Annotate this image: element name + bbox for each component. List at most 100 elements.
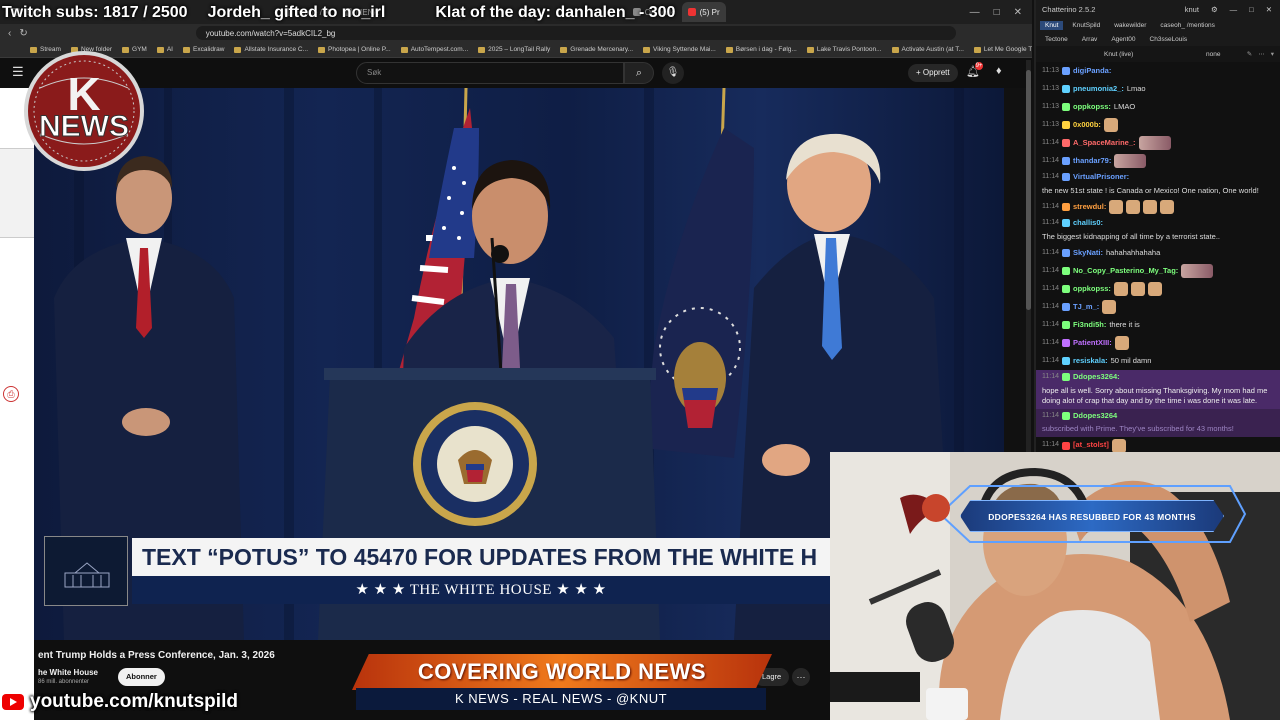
chat-username[interactable]: oppkopss:: [1073, 284, 1111, 295]
profile-icon[interactable]: ♦: [996, 65, 1002, 77]
dropdown-icon[interactable]: ▾: [1271, 50, 1274, 58]
chat-timestamp: 11:13: [1042, 84, 1059, 92]
chat-message: 11:14 [at_stolst]: [1036, 437, 1280, 452]
chat-close-icon[interactable]: ✕: [1266, 5, 1272, 14]
chat-username[interactable]: 0x000b:: [1073, 120, 1101, 131]
chat-username[interactable]: Ddopes3264:: [1073, 372, 1120, 383]
pencil-icon[interactable]: ✎: [1247, 50, 1252, 58]
bookmark-item[interactable]: 2025 – LongTail Rally: [478, 46, 550, 53]
folder-icon: [891, 46, 899, 53]
folder-icon: [560, 46, 568, 53]
chat-username[interactable]: pneumonia2_:: [1073, 84, 1124, 95]
bookmark-label: AutoTempest.com...: [410, 46, 469, 53]
bookmark-item[interactable]: AI: [156, 46, 173, 53]
chat-maximize-icon[interactable]: □: [1249, 5, 1254, 14]
chat-timestamp: 11:14: [1042, 173, 1059, 180]
chat-tab[interactable]: caseoh_ /mentions: [1155, 21, 1220, 30]
chat-timestamp: 11:13: [1042, 120, 1059, 128]
create-button[interactable]: + Opprett: [908, 64, 958, 82]
chat-settings-icon[interactable]: ⚙: [1211, 5, 1218, 14]
chat-badge-icon: [1062, 411, 1070, 420]
channel-name[interactable]: he White House: [38, 668, 98, 677]
gift-text: Jordeh_ gifted to no_irl: [207, 4, 386, 21]
bookmark-item[interactable]: Photopea | Online P...: [318, 46, 391, 53]
chat-username[interactable]: digiPanda:: [1073, 66, 1111, 77]
chat-username[interactable]: TJ_m_:: [1073, 302, 1099, 313]
bookmark-item[interactable]: Grenade Mercenary...: [560, 46, 633, 53]
chat-tab[interactable]: Arrav: [1077, 35, 1103, 44]
chat-username[interactable]: A_SpaceMarine_:: [1073, 138, 1136, 149]
bookmark-label: Børsen i dag - Følg...: [735, 46, 797, 53]
chat-mode[interactable]: none: [1206, 51, 1220, 58]
chat-username[interactable]: strewdul:: [1073, 202, 1106, 213]
chat-emote-icon: [1130, 282, 1145, 296]
chat-tab[interactable]: Knut: [1040, 20, 1064, 30]
chat-emote-icon: [1102, 300, 1117, 314]
bookmark-label: Viking Syttende Mai...: [653, 46, 716, 53]
youtube-logo-icon: [2, 694, 24, 710]
bookmark-item[interactable]: Viking Syttende Mai...: [643, 46, 716, 53]
bookmark-item[interactable]: Excalidraw: [183, 46, 224, 53]
pdf-icon[interactable]: ⎙: [3, 386, 19, 402]
chat-badge-icon: [1062, 85, 1070, 93]
chat-badge-icon: [1062, 357, 1070, 365]
chat-message: 11:14 resiskala: 50 mil damn: [1036, 352, 1280, 370]
chat-username[interactable]: Ddopes3264: [1073, 411, 1117, 422]
chat-account[interactable]: knut: [1185, 5, 1199, 14]
chat-text: there it is: [1109, 319, 1140, 329]
search-button[interactable]: ⌕: [624, 62, 654, 84]
chat-timestamp: 11:14: [1042, 248, 1059, 256]
chat-timestamp: 11:14: [1042, 219, 1059, 226]
folder-icon: [318, 46, 326, 53]
chat-tab[interactable]: Ch3sseLouis: [1145, 35, 1193, 44]
chat-timestamp: 11:14: [1042, 338, 1059, 346]
bookmark-item[interactable]: Allstate Insurance C...: [234, 46, 308, 53]
chat-username[interactable]: VirtualPrisoner:: [1073, 172, 1129, 183]
split-icon[interactable]: ⋯: [1258, 50, 1265, 58]
chat-username[interactable]: resiskala:: [1073, 356, 1108, 367]
chat-username[interactable]: Fi3ndi5h:: [1073, 320, 1106, 331]
maximize-icon[interactable]: □: [994, 7, 1000, 18]
chat-username[interactable]: No_Copy_Pasterino_My_Tag:: [1073, 266, 1178, 277]
chat-username[interactable]: oppkopss:: [1073, 102, 1111, 113]
chat-channel-header: Knut (live) none ✎ ⋯ ▾: [1036, 46, 1280, 62]
chat-header-icons: ✎ ⋯ ▾: [1247, 50, 1274, 58]
chat-tab[interactable]: wakewilder: [1109, 21, 1151, 30]
search-input[interactable]: Søk: [356, 62, 624, 84]
url-field[interactable]: youtube.com/watch?v=5adkCIL2_bg: [195, 26, 956, 40]
subscribe-button[interactable]: Abonner: [118, 668, 165, 686]
chat-username[interactable]: thandar79:: [1073, 156, 1111, 167]
bookmark-item[interactable]: AutoTempest.com...: [400, 46, 469, 53]
chat-minimize-icon[interactable]: —: [1230, 5, 1238, 14]
chat-text: 50 mil damn: [1110, 355, 1152, 365]
chat-username[interactable]: challis0:: [1073, 218, 1103, 229]
chat-username[interactable]: [at_stolst]: [1073, 440, 1109, 451]
chat-badge-icon: [1062, 249, 1070, 257]
chat-message-list[interactable]: 11:13 digiPanda: 11:13 pneumonia2_: Lmao 11:1…: [1036, 62, 1280, 452]
chat-emote-icon: [1138, 136, 1171, 150]
reload-icon[interactable]: ↻: [19, 28, 27, 39]
back-icon[interactable]: ‹: [8, 28, 11, 39]
microphone-icon: 🎙︎: [666, 67, 680, 78]
voice-search-button[interactable]: 🎙︎: [662, 62, 684, 84]
chat-timestamp: 11:14: [1042, 266, 1059, 274]
minimize-icon[interactable]: —: [970, 7, 980, 18]
chat-message: 11:14 oppkopss:: [1036, 280, 1280, 298]
chat-text: hahahahhahaha: [1106, 247, 1161, 257]
news-ticker: COVERING WORLD NEWS: [352, 654, 772, 690]
bookmark-item[interactable]: Let Me Google That: [973, 46, 1032, 53]
close-icon[interactable]: ✕: [1014, 7, 1022, 18]
chat-username[interactable]: PatientXIII:: [1073, 338, 1112, 349]
bookmark-item[interactable]: Lake Travis Pontoon...: [806, 46, 882, 53]
video-title: ent Trump Holds a Press Conference, Jan.…: [38, 650, 275, 661]
chat-tab[interactable]: Tectone: [1040, 35, 1073, 44]
more-options-button[interactable]: ···: [792, 668, 810, 686]
chat-badge-icon: [1062, 103, 1070, 111]
bookmark-item[interactable]: Børsen i dag - Følg...: [725, 46, 797, 53]
bookmark-label: Grenade Mercenary...: [570, 46, 634, 53]
bookmark-item[interactable]: Activate Austin (at T...: [891, 46, 964, 53]
chat-username[interactable]: SkyNati:: [1073, 248, 1103, 259]
chat-tab[interactable]: Agent00: [1106, 35, 1140, 44]
scrollbar-thumb[interactable]: [1026, 70, 1031, 310]
chat-tab[interactable]: KnutSpild: [1067, 21, 1105, 30]
